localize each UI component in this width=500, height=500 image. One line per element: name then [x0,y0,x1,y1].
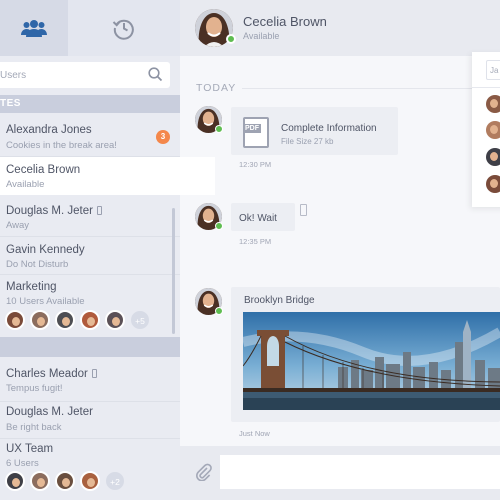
avatar [80,471,100,491]
more-members-badge[interactable]: +2 [105,471,125,491]
online-status-dot [226,34,236,44]
list-item[interactable]: Gavin Kennedy Do Not Disturb [0,237,180,275]
contact-status: Be right back [6,422,62,433]
message-time: 12:35 PM [239,237,272,246]
chat-contact-name: Cecelia Brown [243,14,327,29]
search-input[interactable] [0,69,140,81]
list-item-active[interactable]: Cecelia Brown Available [0,157,215,195]
contact-name: Cecelia Brown [6,164,81,176]
list-item-group[interactable]: Marketing 10 Users Available +5 [0,275,180,337]
users-icon [21,20,47,37]
list-item[interactable]: Alexandra Jones Cookies in the break are… [0,113,180,157]
group-name: UX Team [6,443,54,455]
paperclip-icon[interactable] [196,463,212,481]
avatar [55,471,75,491]
contact-name: Alexandra Jones [6,124,92,136]
search-icon[interactable] [148,67,163,82]
group-status: 10 Users Available [6,296,85,307]
list-item[interactable]: Charles Meador Tempus fugit! [0,357,180,402]
sidebar-topbar [0,0,180,56]
contact-name: Douglas M. Jeter [6,205,102,217]
contact-status: Cookies in the break area! [6,140,117,151]
contact-name: Charles Meador [6,368,97,380]
contact-status: Away [6,220,30,231]
online-status-dot [215,222,223,230]
mobile-icon [300,204,307,216]
popup-search-input[interactable]: Ja [486,60,500,80]
section-header-favorites: TES [0,95,180,113]
group-status: 6 Users [6,458,39,469]
file-type-label: PDF [243,124,261,133]
image-title: Brooklyn Bridge [244,295,315,306]
contact-name-text: Douglas M. Jeter [6,205,93,217]
contact-status: Tempus fugit! [6,383,63,394]
avatar [5,310,25,330]
brooklyn-bridge-photo[interactable] [243,312,500,410]
avatar [30,310,50,330]
online-status-dot [215,307,223,315]
contact-status: Do Not Disturb [6,259,69,270]
unread-badge: 3 [156,130,170,144]
message-text: Ok! Wait [239,213,277,224]
chat-contact-status: Available [243,31,280,41]
message-time: 12:30 PM [239,160,272,169]
mobile-icon [96,206,102,215]
chat-panel [180,0,500,500]
avatar [55,310,75,330]
file-size: File Size 27 kb [281,137,334,146]
contact-status: Available [6,179,45,190]
file-name: Complete Information [281,123,377,134]
tab-history[interactable] [68,0,180,56]
scrollbar[interactable] [172,208,175,334]
list-item[interactable]: Douglas M. Jeter Away [0,195,180,237]
message-time: Just Now [239,429,270,438]
contact-name: Douglas M. Jeter [6,406,93,418]
online-status-dot [215,125,223,133]
more-members-badge[interactable]: +5 [130,310,150,330]
avatar[interactable] [486,148,500,166]
group-avatars: +5 [5,310,150,330]
contact-name: Gavin Kennedy [6,244,85,256]
mobile-icon [91,369,97,378]
avatar[interactable] [486,175,500,193]
message-input[interactable] [220,455,500,489]
message-composer [180,446,500,500]
contact-name-text: Charles Meador [6,368,88,380]
tab-contacts[interactable] [0,0,68,56]
avatar[interactable] [486,121,500,139]
group-name: Marketing [6,281,57,293]
list-item-group[interactable]: UX Team 6 Users +2 [0,439,180,500]
history-icon [112,19,134,40]
add-user-popup: Ja [472,52,500,207]
date-separator: TODAY [196,82,243,94]
list-item[interactable]: Douglas M. Jeter Be right back [0,402,180,439]
avatar[interactable] [486,95,500,113]
group-avatars: +2 [5,471,125,491]
search-box [0,62,170,88]
avatar [5,471,25,491]
pdf-file-icon[interactable]: PDF [243,117,269,148]
divider [472,87,500,88]
avatar [80,310,100,330]
avatar [30,471,50,491]
section-header-others [0,337,180,357]
avatar [105,310,125,330]
